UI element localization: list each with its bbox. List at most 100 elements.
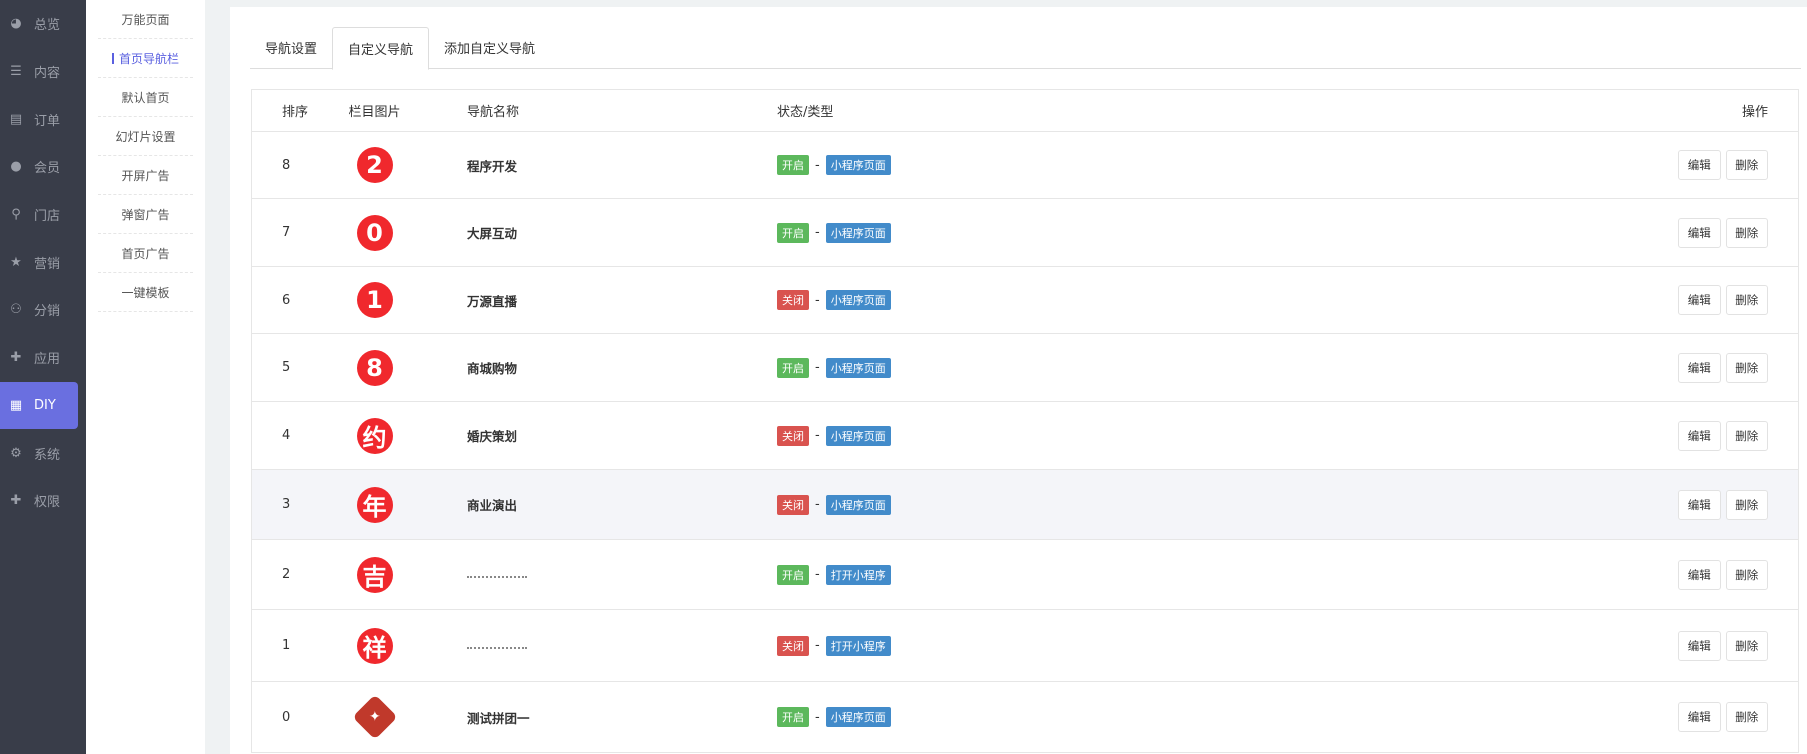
sidebar-item-7[interactable]: ✚ 应用 [0, 334, 86, 382]
sidebar-item-6[interactable]: ⚇ 分销 [0, 286, 86, 334]
delete-button[interactable]: 删除 [1725, 420, 1768, 451]
order-cell: 8 [282, 157, 291, 173]
order-cell: 5 [282, 360, 291, 375]
submenu-item[interactable]: 幻灯片设置 [98, 117, 193, 156]
separator: - [815, 638, 820, 653]
sidebar-item-label: 系统 [34, 447, 61, 463]
status-badge: 关闭 [777, 290, 809, 310]
edit-button[interactable]: 编辑 [1678, 559, 1721, 590]
edit-button[interactable]: 编辑 [1678, 702, 1721, 732]
delete-button[interactable]: 删除 [1725, 489, 1768, 520]
nav-image: 2 [356, 147, 393, 183]
separator: - [815, 292, 820, 308]
nav-name: 商业演出 [467, 498, 518, 513]
type-badge: 小程序页面 [825, 155, 891, 175]
sidebar-item-label: 总览 [34, 18, 61, 34]
sidebar-item-label: 营销 [34, 256, 61, 272]
edit-button[interactable]: 编辑 [1678, 285, 1721, 315]
type-badge: 打开小程序 [825, 635, 891, 656]
tab-1[interactable]: 自定义导航 [332, 27, 430, 70]
status-badge: 开启 [777, 222, 809, 243]
tab-0[interactable]: 导航设置 [250, 27, 332, 68]
sidebar-item-5[interactable]: ★ 营销 [0, 238, 86, 286]
sidebar-item-label: 订单 [34, 113, 61, 129]
table-row: 3 年 商业演出 关闭 - 小程序页面 编辑 删除 [252, 469, 1798, 539]
nav-name: 万源直播 [467, 293, 518, 309]
table-row: 7 0 大屏互动 开启 - 小程序页面 编辑 删除 [252, 198, 1798, 266]
sidebar-item-8[interactable]: ▦ DIY [0, 381, 78, 430]
separator: - [815, 157, 820, 173]
sub-menu: 万能页面 首页导航栏 默认首页 幻灯片设置 开屏广告 弹窗广告 首页广告 一键模板 [86, 0, 205, 754]
nav-image: 约 [356, 417, 393, 454]
submenu-item[interactable]: 默认首页 [98, 78, 193, 117]
edit-button[interactable]: 编辑 [1678, 489, 1721, 520]
order-cell: 4 [282, 428, 291, 443]
submenu-item[interactable]: 一键模板 [98, 273, 193, 312]
header-name: 导航名称 [467, 105, 520, 120]
nav-image: 1 [356, 282, 393, 318]
nav-image: 祥 [356, 627, 393, 664]
delete-button[interactable]: 删除 [1725, 217, 1768, 248]
sidebar-item-9[interactable]: ⚙ 系统 [0, 429, 86, 477]
type-badge: 小程序页面 [825, 494, 891, 515]
table-row: 4 约 婚庆策划 关闭 - 小程序页面 编辑 删除 [252, 401, 1798, 469]
edit-button[interactable]: 编辑 [1678, 420, 1721, 451]
delete-button[interactable]: 删除 [1725, 150, 1768, 180]
sidebar-item-4[interactable]: ⚲ 门店 [0, 191, 86, 239]
delete-button[interactable]: 删除 [1725, 285, 1768, 315]
submenu-item[interactable]: 首页导航栏 [98, 39, 193, 78]
nav-image: 吉 [356, 556, 393, 593]
delete-button[interactable]: 删除 [1725, 559, 1768, 590]
header-order: 排序 [282, 105, 309, 120]
nav-name: 测试拼团一 [467, 710, 530, 726]
type-badge: 小程序页面 [825, 222, 891, 243]
edit-button[interactable]: 编辑 [1678, 217, 1721, 248]
delete-button[interactable]: 删除 [1725, 352, 1768, 383]
header-status: 状态/类型 [777, 105, 834, 120]
pie-chart-icon: ◕ [10, 16, 22, 32]
edit-button[interactable]: 编辑 [1678, 150, 1721, 180]
sidebar-item-10[interactable]: ✚ 权限 [0, 477, 86, 525]
nav-image: 年 [356, 486, 393, 523]
sidebar-item-2[interactable]: ▤ 订单 [0, 95, 86, 143]
status-badge: 开启 [777, 357, 809, 378]
nav-image-logo: ✦ [351, 694, 398, 740]
submenu-item[interactable]: 首页广告 [98, 234, 193, 273]
sidebar-item-3[interactable]: ● 会员 [0, 143, 86, 191]
separator: - [815, 709, 820, 725]
status-badge: 开启 [777, 155, 809, 175]
tab-2[interactable]: 添加自定义导航 [429, 27, 550, 68]
table-row: 2 吉 开启 - 打开小程序 编辑 删除 [252, 539, 1798, 609]
sidebar-item-1[interactable]: ☰ 内容 [0, 48, 86, 96]
layout-icon: ▦ [9, 397, 23, 413]
order-cell: 3 [282, 497, 291, 512]
sidebar-item-0[interactable]: ◕ 总览 [0, 0, 86, 48]
gear-icon: ⚙ [10, 445, 22, 461]
nav-name: 商城购物 [467, 361, 518, 376]
separator: - [815, 360, 820, 375]
sidebar-item-label: DIY [34, 397, 56, 413]
status-badge: 开启 [777, 707, 809, 727]
delete-button[interactable]: 删除 [1725, 630, 1768, 661]
location-icon: ⚲ [11, 207, 21, 223]
separator: - [815, 225, 820, 240]
order-cell: 0 [282, 709, 291, 725]
submenu-item[interactable]: 万能页面 [98, 0, 193, 39]
table-row: 8 2 程序开发 开启 - 小程序页面 编辑 删除 [252, 131, 1798, 198]
document-icon: ▤ [9, 111, 23, 127]
type-badge: 小程序页面 [825, 290, 891, 310]
sidebar-item-label: 权限 [34, 495, 61, 511]
submenu-item[interactable]: 开屏广告 [98, 156, 193, 195]
sidebar-item-label: 内容 [34, 66, 61, 82]
header-actions: 操作 [1741, 105, 1768, 120]
submenu-item[interactable]: 弹窗广告 [98, 195, 193, 234]
order-cell: 7 [282, 225, 291, 240]
delete-button[interactable]: 删除 [1725, 702, 1768, 732]
list-icon: ☰ [10, 64, 22, 80]
user-plus-icon: ✚ [10, 493, 22, 509]
table-header: 排序 栏目图片 导航名称 状态/类型 操作 [252, 90, 1798, 131]
status-badge: 关闭 [777, 494, 809, 515]
nav-name: 大屏互动 [467, 226, 518, 241]
edit-button[interactable]: 编辑 [1678, 630, 1721, 661]
edit-button[interactable]: 编辑 [1678, 352, 1721, 383]
